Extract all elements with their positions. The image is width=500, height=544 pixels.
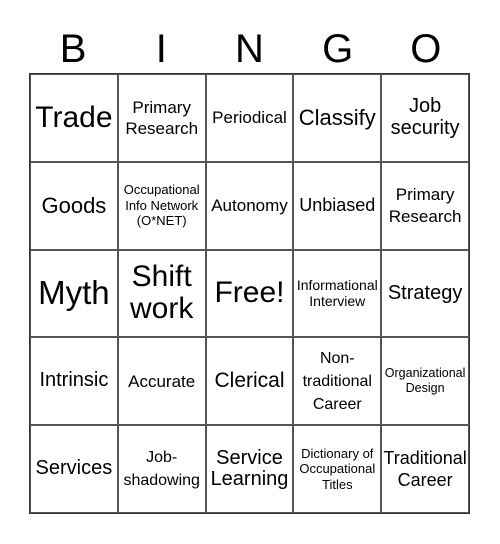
cell-text: Job security [390,95,460,139]
bingo-cell[interactable]: Job- shadowing [117,425,206,513]
bingo-cell[interactable]: Non- traditional Career [293,337,382,426]
cell-text: Goods [41,192,107,218]
cell-text: Trade [35,100,113,134]
cell-text: Shift work [130,260,194,326]
cell-text: Primary Research [388,185,462,226]
cell-text: Strategy [387,281,463,304]
bingo-cell[interactable]: Shift work [117,249,206,338]
cell-text: Accurate [128,371,196,391]
bingo-cell[interactable]: Job security [381,74,469,162]
bingo-cell[interactable]: Autonomy [205,161,294,250]
cell-text: Unbiased [299,195,376,216]
bingo-cell[interactable]: Service Learning [205,425,294,513]
bingo-cell[interactable]: Unbiased [293,161,382,250]
bingo-cell[interactable]: Organizational Design [381,337,469,426]
header-letter-g: G [322,27,354,71]
cell-text: Non- traditional Career [302,349,372,413]
cell-text: Traditional Career [383,447,467,491]
bingo-cell[interactable]: Accurate [117,337,206,426]
header-letter-b: B [59,27,87,71]
bingo-cell[interactable]: Goods [30,161,118,250]
bingo-cell[interactable]: Primary Research [381,161,469,250]
cell-text: Service Learning [210,446,289,491]
bingo-cell[interactable]: Services [30,425,118,513]
bingo-cell[interactable]: Dictionary of Occupational Titles [293,425,382,513]
free-space[interactable]: Free! [205,249,294,338]
cell-text: Classify [298,105,376,131]
bingo-cell[interactable]: Classify [293,74,382,162]
cell-text: Myth [38,274,110,312]
bingo-cell[interactable]: Myth [30,249,118,338]
cell-text: Autonomy [211,196,288,216]
header-letter-i: I [155,27,167,71]
cell-text: Organizational Design [384,365,466,396]
cell-text: Primary Research [125,97,199,138]
bingo-cell[interactable]: Periodical [205,74,294,162]
cell-text: Dictionary of Occupational Titles [299,445,376,492]
bingo-cell[interactable]: Traditional Career [381,425,469,513]
cell-text: Intrinsic [39,369,109,392]
cell-text: Occupational Info Network (O*NET) [123,182,200,229]
cell-text: Informational Interview [296,277,378,310]
cell-text: Clerical [214,368,285,392]
bingo-cell[interactable]: Strategy [381,249,469,338]
cell-text: Job- shadowing [123,448,200,490]
cell-text: Free! [214,276,285,310]
header-letter-n: N [235,27,264,71]
cell-text: Periodical [212,108,287,128]
bingo-board: Trade Primary Research Periodical Classi… [29,73,470,514]
bingo-cell[interactable]: Trade [30,74,118,162]
header-letter-o: O [410,27,442,71]
bingo-cell[interactable]: Primary Research [117,74,206,162]
bingo-cell[interactable]: Occupational Info Network (O*NET) [117,161,206,250]
bingo-header: B I N G O [29,26,470,72]
bingo-cell[interactable]: Informational Interview [293,249,382,338]
cell-text: Services [35,457,113,480]
bingo-cell[interactable]: Clerical [205,337,294,426]
bingo-cell[interactable]: Intrinsic [30,337,118,426]
